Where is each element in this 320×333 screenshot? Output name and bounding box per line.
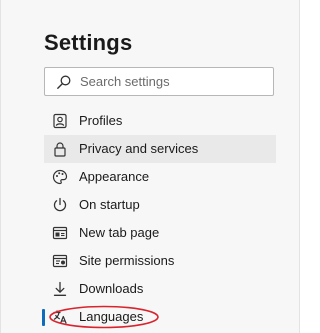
sidebar-item-label: Languages: [79, 309, 144, 324]
sidebar-item-label: Profiles: [79, 113, 123, 128]
search-icon: [57, 75, 71, 89]
languages-icon: [53, 310, 67, 324]
page-title: Settings: [44, 30, 133, 55]
new-tab-icon: [52, 226, 68, 240]
palette-icon: [52, 169, 68, 185]
settings-sidebar: Settings Search settings Profiles Privac…: [0, 0, 300, 333]
sidebar-item-on-startup[interactable]: On startup: [44, 191, 276, 219]
site-permissions-icon: [52, 254, 68, 268]
sidebar-item-appearance[interactable]: Appearance: [44, 163, 276, 191]
power-icon: [53, 197, 67, 212]
sidebar-item-site-permissions[interactable]: Site permissions: [44, 247, 276, 275]
sidebar-item-label: Appearance: [79, 169, 150, 184]
sidebar-item-downloads[interactable]: Downloads: [44, 275, 276, 303]
sidebar-item-profiles[interactable]: Profiles: [44, 107, 276, 135]
sidebar-item-label: Site permissions: [79, 253, 175, 268]
lock-icon: [54, 142, 66, 157]
profile-icon: [53, 113, 67, 129]
sidebar-item-languages[interactable]: Languages: [42, 303, 276, 331]
sidebar-item-label: Downloads: [79, 281, 144, 296]
settings-nav: Profiles Privacy and services Appearance: [42, 107, 276, 331]
download-icon: [53, 281, 67, 296]
divider: [299, 0, 300, 333]
sidebar-item-label: On startup: [79, 197, 140, 212]
search-placeholder: Search settings: [80, 74, 170, 89]
sidebar-item-label: Privacy and services: [79, 141, 199, 156]
divider: [0, 0, 1, 333]
sidebar-item-privacy[interactable]: Privacy and services: [44, 135, 276, 163]
search-input[interactable]: Search settings: [44, 67, 274, 96]
sidebar-item-label: New tab page: [79, 225, 160, 240]
sidebar-item-new-tab-page[interactable]: New tab page: [44, 219, 276, 247]
active-indicator: [42, 309, 45, 326]
